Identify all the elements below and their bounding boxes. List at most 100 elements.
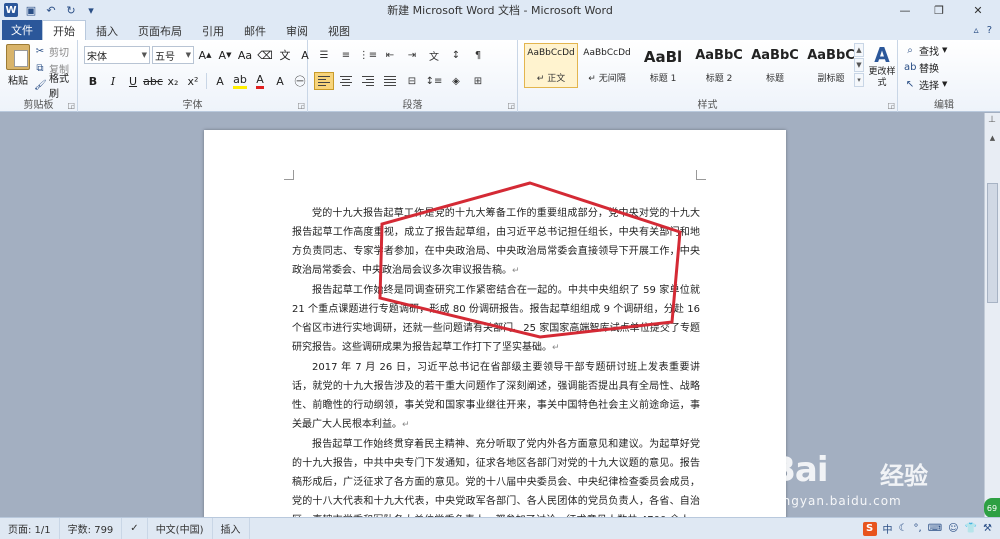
tab-references[interactable]: 引用 [192, 21, 234, 40]
language-indicator[interactable]: 中文(中国) [148, 517, 213, 539]
borders-icon[interactable]: ⊞ [468, 72, 488, 90]
user-icon[interactable]: ☺ [948, 523, 958, 534]
align-center-icon[interactable] [336, 72, 356, 90]
change-case-icon[interactable]: Aa [236, 46, 254, 64]
justify-icon[interactable] [380, 72, 400, 90]
minimize-ribbon-icon[interactable]: ▵ [974, 25, 979, 36]
paragraph-launcher-icon[interactable]: ◲ [507, 101, 515, 110]
chevron-up-icon[interactable]: ▲ [854, 43, 864, 57]
scroll-up-icon[interactable]: ▲ [985, 131, 1000, 145]
minimize-icon[interactable]: — [888, 0, 922, 20]
help-icon[interactable]: ? [987, 25, 992, 36]
save-icon[interactable]: ▣ [24, 3, 38, 17]
document-paragraph[interactable]: 报告起草工作始终贯穿着民主精神、充分听取了党内外各方面意见和建议。为起草好党的十… [292, 435, 700, 517]
document-body[interactable]: 党的十九大报告起草工作是党的十九大筹备工作的重要组成部分，党中央对党的十九大报告… [292, 204, 700, 517]
style-normal[interactable]: AaBbCcDd ↵ 正文 [524, 43, 578, 88]
subscript-button[interactable]: x₂ [164, 72, 182, 90]
style-title[interactable]: AaBbC 标题 [748, 43, 802, 88]
distributed-icon[interactable]: ⊟ [402, 72, 422, 90]
tab-home[interactable]: 开始 [42, 20, 86, 40]
insert-mode[interactable]: 插入 [213, 517, 250, 539]
shrink-font-icon[interactable]: A ▼ [216, 46, 234, 64]
align-left-icon[interactable] [314, 72, 334, 90]
word-app-icon[interactable]: W [4, 3, 18, 17]
grow-font-icon[interactable]: A ▲ [196, 46, 214, 64]
find-button[interactable]: ⌕ 查找 ▼ [904, 43, 947, 58]
italic-button[interactable]: I [104, 72, 122, 90]
enclose-char-icon[interactable]: ㊀ [291, 72, 309, 90]
scroll-thumb[interactable] [987, 183, 998, 303]
font-launcher-icon[interactable]: ◲ [297, 101, 305, 110]
tab-file[interactable]: 文件 [2, 20, 42, 40]
phonetic-guide-icon[interactable]: 文 [276, 46, 294, 64]
style-heading-2[interactable]: AaBbC 标题 2 [692, 43, 746, 88]
word-count[interactable]: 字数: 799 [60, 517, 123, 539]
ime-language[interactable]: 中 [883, 521, 893, 536]
numbering-icon[interactable]: ≡ [336, 46, 356, 64]
font-size-dropdown[interactable]: 五号 ▼ [152, 46, 194, 64]
chevron-down-icon[interactable]: ▼ [854, 58, 864, 72]
notification-badge[interactable]: 69 [984, 498, 1000, 518]
font-name-dropdown[interactable]: 宋体 ▼ [84, 46, 150, 64]
increase-indent-icon[interactable]: ⇥ [402, 46, 422, 64]
align-right-icon[interactable] [358, 72, 378, 90]
style-subtitle[interactable]: AaBbC 副标题 [804, 43, 858, 88]
redo-icon[interactable]: ↻ [64, 3, 78, 17]
tab-review[interactable]: 审阅 [276, 21, 318, 40]
paste-label: 粘贴 [8, 76, 28, 87]
style-heading-1[interactable]: AaBl 标题 1 [636, 43, 690, 88]
clipboard-launcher-icon[interactable]: ◲ [67, 101, 75, 110]
chinese-layout-icon[interactable]: 文 [424, 46, 444, 64]
document-paragraph[interactable]: 党的十九大报告起草工作是党的十九大筹备工作的重要组成部分，党中央对党的十九大报告… [292, 204, 700, 281]
cut-button[interactable]: ✂ 剪切 [34, 44, 77, 59]
decrease-indent-icon[interactable]: ⇤ [380, 46, 400, 64]
tab-insert[interactable]: 插入 [86, 21, 128, 40]
bullets-icon[interactable]: ☰ [314, 46, 334, 64]
punctuation-icon[interactable]: °, [914, 523, 922, 534]
replace-button[interactable]: ab 替换 [904, 60, 947, 75]
document-paragraph[interactable]: 报告起草工作始终是同调查研究工作紧密结合在一起的。中共中央组织了 59 家单位就… [292, 281, 700, 358]
shirt-icon[interactable]: 👕 [965, 523, 977, 534]
text-effects-icon[interactable]: A [211, 72, 229, 90]
close-icon[interactable]: ✕ [956, 0, 1000, 20]
keyboard-icon[interactable]: ⌨ [928, 523, 942, 534]
shading-icon[interactable]: ◈ [446, 72, 466, 90]
title-bar: W ▣ ↶ ↻ ▾ 新建 Microsoft Word 文档 - Microso… [0, 0, 1000, 20]
style-no-spacing[interactable]: AaBbCcDd ↵ 无间隔 [580, 43, 634, 88]
sogou-ime-icon[interactable]: S [862, 521, 877, 536]
sort-icon[interactable]: ↕ [446, 46, 466, 64]
font-color-icon[interactable]: A [251, 72, 269, 90]
undo-icon[interactable]: ↶ [44, 3, 58, 17]
restore-icon[interactable]: ❐ [922, 0, 956, 20]
styles-launcher-icon[interactable]: ◲ [887, 101, 895, 110]
superscript-button[interactable]: x² [184, 72, 202, 90]
paste-button[interactable]: 粘贴 [4, 44, 32, 87]
proofing-icon[interactable]: ✓ [122, 517, 148, 539]
more-styles-icon[interactable]: ▾ [854, 73, 864, 87]
clear-format-icon[interactable]: ⌫ [256, 46, 274, 64]
page-count[interactable]: 页面: 1/1 [0, 517, 60, 539]
char-shading-icon[interactable]: A [271, 72, 289, 90]
show-marks-icon[interactable]: ¶ [468, 46, 488, 64]
moon-icon[interactable]: ☾ [899, 523, 908, 534]
line-spacing-icon[interactable]: ↕≡ [424, 72, 444, 90]
tab-layout[interactable]: 页面布局 [128, 21, 192, 40]
select-button[interactable]: ↖ 选择 ▼ [904, 77, 948, 92]
style-name: 标题 2 [705, 74, 733, 84]
bold-button[interactable]: B [84, 72, 102, 90]
tab-mailings[interactable]: 邮件 [234, 21, 276, 40]
strikethrough-button[interactable]: abc [143, 72, 163, 90]
multilevel-list-icon[interactable]: ⋮≡ [358, 46, 378, 64]
change-styles-button[interactable]: A 更改样式 [868, 43, 896, 89]
vertical-scrollbar[interactable]: ⊥ ▲ ▼ [984, 113, 1000, 517]
document-paragraph[interactable]: 2017 年 7 月 26 日，习近平总书记在省部级主要领导干部专题研讨班上发表… [292, 358, 700, 435]
tab-view[interactable]: 视图 [318, 21, 360, 40]
format-painter-button[interactable]: 🖌 格式刷 [34, 74, 77, 100]
document-page[interactable]: 党的十九大报告起草工作是党的十九大筹备工作的重要组成部分，党中央对党的十九大报告… [204, 130, 786, 517]
customize-qat-icon[interactable]: ▾ [84, 3, 98, 17]
tools-icon[interactable]: ⚒ [983, 523, 992, 534]
ribbon-tabs: 文件 开始 插入 页面布局 引用 邮件 审阅 视图 ▵ ? [0, 20, 1000, 40]
ruler-toggle-icon[interactable]: ⊥ [986, 115, 998, 127]
highlight-icon[interactable]: ab [231, 72, 249, 90]
underline-button[interactable]: U [124, 72, 142, 90]
